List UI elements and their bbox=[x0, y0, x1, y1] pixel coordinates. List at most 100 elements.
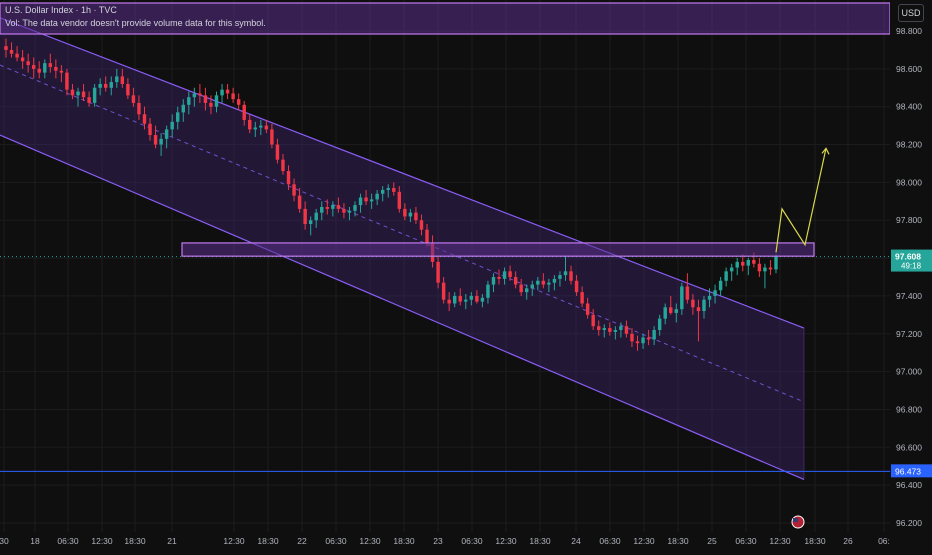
candle-body bbox=[364, 197, 368, 202]
candle-body bbox=[491, 277, 496, 285]
candle-body bbox=[674, 309, 679, 313]
candle-body bbox=[31, 65, 36, 69]
price-axis[interactable]: 98.800 98.600 98.400 98.200 98.000 97.800 97.6… bbox=[890, 0, 932, 550]
time-tick-label: 06:30 bbox=[461, 536, 483, 546]
candle-body bbox=[48, 63, 53, 67]
candle-body bbox=[126, 83, 130, 96]
price-tick-label: 98.800 bbox=[896, 26, 922, 36]
candle-body bbox=[37, 68, 41, 73]
candle-body bbox=[702, 299, 706, 312]
price-tick-label: 97.000 bbox=[896, 367, 922, 377]
candle-body bbox=[170, 121, 174, 130]
candle-body bbox=[403, 208, 407, 217]
time-tick-label: 06:30 bbox=[57, 536, 79, 546]
candle-body bbox=[752, 259, 756, 264]
time-tick-label: 18:30 bbox=[529, 536, 551, 546]
time-tick-label: 30 bbox=[0, 536, 9, 546]
price-tick-label: 97.200 bbox=[896, 329, 922, 339]
price-tick-label: 98.200 bbox=[896, 140, 922, 150]
price-tick-label: 98.400 bbox=[896, 102, 922, 112]
candle-body bbox=[602, 328, 606, 330]
chart-canvas[interactable]: 98.800 98.600 98.400 98.200 98.000 97.800 97.6… bbox=[0, 0, 932, 550]
candle-body bbox=[231, 93, 235, 100]
price-chart[interactable]: 98.800 98.600 98.400 98.200 98.000 97.800 97.6… bbox=[0, 0, 932, 550]
candle-body bbox=[646, 337, 651, 340]
candle-body bbox=[563, 271, 568, 276]
candle-body bbox=[536, 280, 540, 285]
time-tick-label: 06:30 bbox=[599, 536, 621, 546]
candle-body bbox=[331, 205, 335, 209]
us-event-flag-icon[interactable] bbox=[791, 515, 805, 529]
candle-body bbox=[741, 261, 745, 266]
candle-body bbox=[164, 129, 169, 139]
candle-body bbox=[397, 191, 402, 209]
candle-body bbox=[691, 299, 695, 308]
candle-body bbox=[613, 329, 618, 332]
candle-body bbox=[480, 297, 485, 302]
candle-body bbox=[519, 284, 523, 293]
candle-body bbox=[436, 261, 440, 283]
price-tick-label: 97.800 bbox=[896, 215, 922, 225]
candle-body bbox=[696, 307, 701, 312]
candle-body bbox=[768, 267, 773, 270]
resistance-zone-rect[interactable] bbox=[181, 242, 815, 257]
time-tick-label: 12:30 bbox=[223, 536, 245, 546]
candle-body bbox=[641, 337, 645, 344]
candle-body bbox=[547, 282, 551, 285]
candle-body bbox=[259, 125, 263, 128]
candle-body bbox=[497, 277, 501, 279]
candle-body bbox=[347, 210, 352, 213]
candle-body bbox=[486, 284, 490, 298]
candle-body bbox=[574, 280, 579, 293]
candle-body bbox=[735, 261, 739, 268]
symbol-title[interactable]: U.S. Dollar Index · 1h · TVC bbox=[5, 4, 266, 17]
candle-body bbox=[314, 212, 318, 221]
candle-body bbox=[597, 326, 601, 330]
candle-body bbox=[59, 70, 64, 73]
candle-body bbox=[369, 199, 374, 202]
candle-body bbox=[20, 57, 25, 62]
candle-body bbox=[198, 93, 202, 96]
time-tick-label: 24 bbox=[571, 536, 581, 546]
candle-body bbox=[713, 290, 717, 296]
time-tick-label: 12:30 bbox=[633, 536, 655, 546]
time-tick-label: 12:30 bbox=[359, 536, 381, 546]
candle-body bbox=[419, 220, 424, 230]
price-tick-label: 96.400 bbox=[896, 480, 922, 490]
candle-body bbox=[774, 256, 778, 270]
time-tick-label: 06: bbox=[878, 536, 890, 546]
candle-body bbox=[220, 89, 224, 96]
candle-body bbox=[187, 97, 191, 105]
current-price-label: 97.608 bbox=[895, 252, 921, 262]
candle-body bbox=[103, 83, 108, 88]
candle-body bbox=[236, 99, 241, 105]
time-tick-label: 18:30 bbox=[257, 536, 279, 546]
candle-body bbox=[508, 271, 512, 277]
candle-body bbox=[248, 119, 252, 130]
candle-body bbox=[375, 193, 379, 200]
candle-body bbox=[54, 66, 58, 71]
symbol-legend: U.S. Dollar Index · 1h · TVC Vol: The da… bbox=[5, 4, 266, 30]
candle-body bbox=[729, 267, 734, 272]
candle-body bbox=[513, 277, 518, 285]
countdown-label: 49:18 bbox=[901, 262, 922, 271]
candle-body bbox=[669, 307, 673, 313]
candle-body bbox=[87, 97, 91, 103]
candle-body bbox=[142, 114, 147, 124]
candle-body bbox=[757, 263, 762, 272]
time-tick-label: 18 bbox=[30, 536, 40, 546]
support-price-label: 96.473 bbox=[895, 466, 921, 476]
candle-body bbox=[718, 280, 723, 291]
candle-body bbox=[292, 184, 296, 196]
candle-body bbox=[680, 286, 684, 310]
candle-body bbox=[76, 91, 80, 96]
candle-body bbox=[15, 53, 19, 58]
candle-body bbox=[92, 87, 97, 103]
candle-body bbox=[447, 299, 451, 304]
candle-body bbox=[181, 104, 185, 113]
candle-body bbox=[225, 89, 230, 94]
candle-body bbox=[81, 91, 86, 98]
currency-button[interactable]: USD bbox=[898, 4, 924, 22]
candle-body bbox=[386, 188, 390, 190]
candle-body bbox=[109, 82, 113, 88]
